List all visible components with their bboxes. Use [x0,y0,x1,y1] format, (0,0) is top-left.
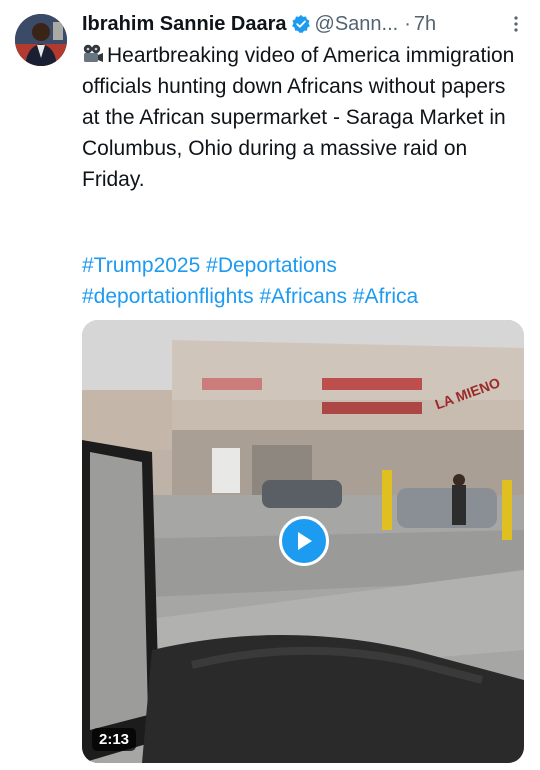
more-options-button[interactable] [504,10,528,38]
hashtag-link[interactable]: #deportationflights [82,285,254,308]
author-name[interactable]: Ibrahim Sannie Daara [82,13,287,36]
verified-badge-icon [291,14,310,33]
post-text: Heartbreaking video of America immigrati… [82,40,522,195]
video-duration: 2:13 [92,728,137,751]
hashtag-list: #Trump2025 #Deportations #deportationfli… [82,250,522,312]
hashtag-link[interactable]: #Trump2025 [82,254,200,277]
hashtag-link[interactable]: #Africa [353,285,418,308]
more-vertical-icon [514,16,518,32]
post-time[interactable]: 7h [414,13,436,36]
author-avatar[interactable] [15,14,67,66]
author-handle[interactable]: @Sann... [315,13,399,36]
film-projector-icon [83,44,103,62]
post-header: Ibrahim Sannie Daara @Sann... · 7h [82,10,528,38]
post-body-text: Heartbreaking video of America immigrati… [82,44,515,191]
hashtag-link[interactable]: #Africans [259,285,347,308]
play-icon [298,532,312,550]
separator-dot: · [404,12,411,35]
hashtag-link[interactable]: #Deportations [206,254,337,277]
play-button[interactable] [279,516,329,566]
video-player[interactable]: LA MIENO 2:13 [82,320,524,763]
